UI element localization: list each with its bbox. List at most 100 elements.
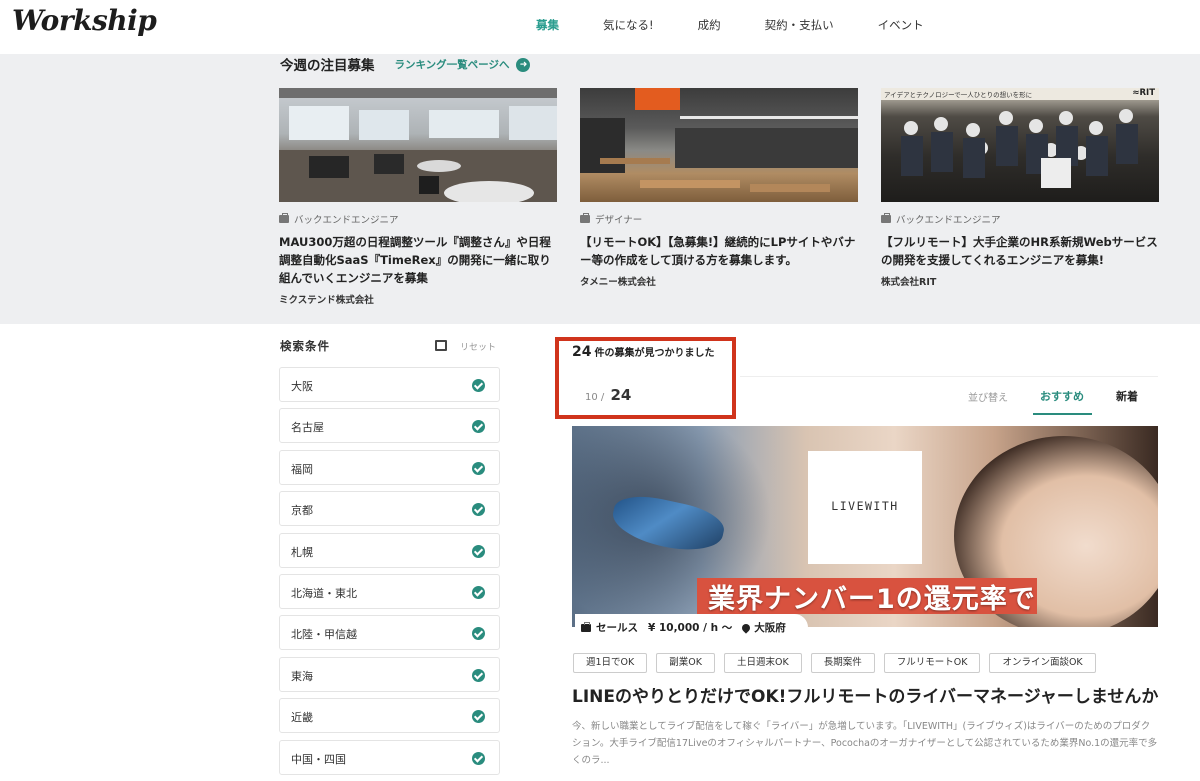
result-count: 24 件の募集が見つかりました	[572, 344, 714, 360]
filter-label: 名古屋	[291, 421, 324, 435]
featured-header: 今週の注目募集 ランキング一覧ページへ ➜	[280, 54, 531, 74]
tag-online-interview[interactable]: オンライン面談OK	[989, 653, 1096, 673]
workship-logo[interactable]: Workship	[12, 4, 157, 37]
featured-section: 今週の注目募集 ランキング一覧ページへ ➜ バックエンドエンジニア MAU300…	[0, 54, 1200, 324]
filter-item-osaka[interactable]: 大阪	[279, 367, 500, 402]
filter-item-chugoku-shikoku[interactable]: 中国・四国	[279, 739, 500, 775]
check-circle-icon[interactable]	[472, 461, 485, 475]
job-meta-bar: セールス ¥ 10,000 / h 〜 大阪府	[575, 614, 808, 641]
featured-card[interactable]: アイデアとテクノロジーで一人ひとりの想いを形に ≈RIT バックエンドエンジニア…	[881, 88, 1159, 288]
featured-card-image[interactable]: アイデアとテクノロジーで一人ひとりの想いを形に ≈RIT	[881, 88, 1159, 202]
category-label: バックエンドエンジニア	[294, 215, 399, 226]
result-count-suffix: 件の募集が見つかりました	[594, 348, 715, 359]
featured-card-category: デザイナー	[580, 212, 858, 226]
filter-item-fukuoka[interactable]: 福岡	[279, 449, 500, 485]
briefcase-icon	[580, 213, 590, 223]
arrow-right-icon[interactable]: ➜	[516, 57, 531, 72]
location-pin-icon	[740, 621, 752, 634]
featured-card-image[interactable]	[580, 88, 858, 202]
briefcase-icon	[881, 213, 891, 223]
list-icon[interactable]	[435, 340, 447, 351]
filter-item-hokuriku-koshinetsu[interactable]: 北陸・甲信越	[279, 615, 500, 651]
filter-item-sapporo[interactable]: 札幌	[279, 532, 500, 568]
featured-card-company: 株式会社RIT	[881, 277, 937, 288]
filter-label: 中国・四国	[291, 752, 346, 766]
featured-card-company: ミクステンド株式会社	[279, 295, 374, 306]
tag-weekends[interactable]: 土日週末OK	[723, 653, 802, 673]
search-conditions-header: 検索条件 リセット	[280, 338, 500, 358]
main-nav: 募集 気になる! 成約 契約・支払い イベント	[536, 17, 968, 33]
tag-once-a-week[interactable]: 週1日でOK	[573, 653, 648, 673]
featured-card-title[interactable]: 【リモートOK】【急募集!】継続的にLPサイトやバナー等の作成をして頂ける方を募…	[580, 233, 858, 269]
category-label: バックエンドエンジニア	[896, 215, 1001, 226]
livewith-logo-box: LIVEWITH	[808, 451, 922, 564]
tag-long-term[interactable]: 長期案件	[810, 653, 875, 673]
tag-full-remote[interactable]: フルリモートOK	[883, 653, 981, 673]
livewith-logo: LIVEWITH	[831, 499, 899, 513]
category-label: デザイナー	[595, 215, 643, 226]
filter-label: 京都	[291, 504, 313, 518]
page-total: 24	[610, 386, 632, 404]
nav-item-recruit[interactable]: 募集	[536, 17, 559, 33]
featured-card[interactable]: デザイナー 【リモートOK】【急募集!】継続的にLPサイトやバナー等の作成をして…	[580, 88, 858, 288]
tag-side-job[interactable]: 副業OK	[656, 653, 715, 673]
filter-item-hokkaido-tohoku[interactable]: 北海道・東北	[279, 573, 500, 609]
filter-label: 北海道・東北	[291, 586, 357, 600]
tab-recommended[interactable]: おすすめ	[1040, 388, 1084, 404]
check-circle-icon[interactable]	[472, 544, 485, 558]
filter-label: 東海	[291, 669, 313, 683]
briefcase-icon	[279, 213, 289, 223]
nav-item-events[interactable]: イベント	[878, 17, 924, 33]
nav-item-favorites[interactable]: 気になる!	[603, 17, 654, 33]
check-circle-icon[interactable]	[472, 627, 485, 641]
page-current: 10	[585, 392, 598, 403]
featured-card-image[interactable]	[279, 88, 557, 202]
check-circle-icon[interactable]	[472, 710, 485, 724]
filter-item-nagoya[interactable]: 名古屋	[279, 408, 500, 444]
check-circle-icon[interactable]	[472, 420, 485, 434]
search-conditions-title: 検索条件	[280, 339, 330, 353]
image-caption: アイデアとテクノロジーで一人ひとりの想いを形に	[884, 91, 1033, 99]
ranking-link-label[interactable]: ランキング一覧ページへ	[395, 59, 510, 71]
featured-card-title[interactable]: 【フルリモート】大手企業のHR系新規Webサービスの開発を支援してくれるエンジニ…	[881, 233, 1159, 269]
filter-label: 大阪	[291, 380, 313, 393]
check-circle-icon[interactable]	[472, 585, 485, 599]
result-count-number: 24	[572, 344, 592, 360]
pagination-status: 10 / 24	[585, 386, 631, 404]
filter-list: 大阪 名古屋 福岡 京都 札幌 北海道・東北 北陸・甲信越 東海 近畿 中国・四…	[279, 367, 500, 781]
filter-item-tokai[interactable]: 東海	[279, 656, 500, 692]
check-circle-icon[interactable]	[472, 503, 485, 517]
briefcase-icon	[581, 621, 591, 632]
featured-card-title[interactable]: MAU300万超の日程調整ツール『調整さん』や日程調整自動化SaaS『TimeR…	[279, 233, 557, 287]
job-location: 大阪府	[740, 620, 786, 635]
job-description: 今、新しい職業としてライブ配信をして稼ぐ「ライバー」が急増しています。「LIVE…	[572, 721, 1158, 766]
nav-item-contracts-closed[interactable]: 成約	[698, 17, 721, 33]
featured-card-category: バックエンドエンジニア	[279, 212, 557, 226]
rit-logo: ≈RIT	[1132, 88, 1155, 98]
ranking-link[interactable]: ランキング一覧ページへ ➜	[395, 57, 531, 72]
job-title[interactable]: LINEのやりとりだけでOK!フルリモートのライバーマネージャーしませんか	[572, 682, 1158, 707]
reset-button[interactable]: リセット	[460, 340, 496, 353]
job-tags: 週1日でOK 副業OK 土日週末OK 長期案件 フルリモートOK オンライン面談…	[573, 653, 1105, 673]
filter-label: 近畿	[291, 711, 313, 725]
filter-label: 札幌	[291, 545, 313, 559]
page-separator: /	[600, 392, 605, 403]
featured-card-company: タメニー株式会社	[580, 277, 656, 288]
filter-item-kinki[interactable]: 近畿	[279, 698, 500, 734]
featured-card[interactable]: バックエンドエンジニア MAU300万超の日程調整ツール『調整さん』や日程調整自…	[279, 88, 557, 306]
job-category-label: セールス	[596, 622, 638, 634]
featured-card-category: バックエンドエンジニア	[881, 212, 1159, 226]
job-rate: ¥ 10,000 / h 〜	[648, 622, 733, 634]
check-circle-icon[interactable]	[472, 751, 485, 765]
top-header: Workship 募集 気になる! 成約 契約・支払い イベント	[0, 0, 1200, 54]
job-location-label: 大阪府	[754, 622, 786, 634]
job-card-image[interactable]: LIVEWITH 業界ナンバー1の還元率で	[572, 426, 1158, 627]
filter-item-kyoto[interactable]: 京都	[279, 491, 500, 527]
nav-item-contract-payment[interactable]: 契約・支払い	[765, 17, 834, 33]
tab-newest[interactable]: 新着	[1116, 388, 1138, 404]
filter-label: 北陸・甲信越	[291, 628, 357, 642]
filter-label: 福岡	[291, 462, 313, 476]
check-circle-icon[interactable]	[472, 668, 485, 682]
check-circle-icon[interactable]	[472, 379, 485, 392]
divider	[740, 376, 1158, 377]
